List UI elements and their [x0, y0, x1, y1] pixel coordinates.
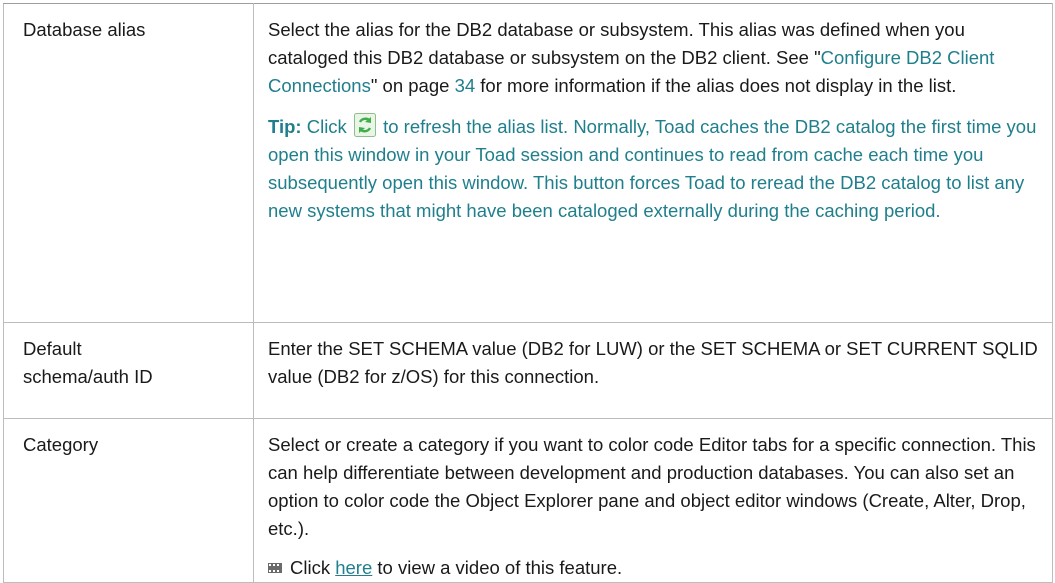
- table-row-category: Category Select or create a category if …: [3, 418, 1053, 583]
- text-span: Click: [290, 557, 336, 578]
- paragraph-alias: Select the alias for the DB2 database or…: [268, 16, 1038, 100]
- table-row-database-alias: Database alias Select the alias for the …: [3, 3, 1053, 323]
- here-video-link[interactable]: here: [335, 557, 372, 578]
- tip-paragraph: Tip: Click to refresh the alias list. No…: [268, 113, 1038, 225]
- video-line: Click here to view a video of this featu…: [268, 553, 1038, 582]
- desc-database-alias: Select the alias for the DB2 database or…: [253, 3, 1053, 323]
- video-icon: [268, 553, 282, 573]
- term-category: Category: [3, 418, 254, 583]
- desc-category: Select or create a category if you want …: [253, 418, 1053, 583]
- table-row-default-schema: Default schema/auth ID Enter the SET SCHE…: [3, 322, 1053, 419]
- paragraph-category: Select or create a category if you want …: [268, 434, 1036, 539]
- text-span: to view a video of this feature.: [372, 557, 623, 578]
- term-line: Default: [23, 338, 82, 359]
- page-number-link[interactable]: 34: [455, 75, 476, 96]
- refresh-icon: [353, 113, 376, 137]
- definitions-table: Database alias Select the alias for the …: [3, 3, 1053, 583]
- desc-default-schema: Enter the SET SCHEMA value (DB2 for LUW)…: [253, 322, 1053, 419]
- text-span: for more information if the alias does n…: [475, 75, 957, 96]
- term-line: schema/auth ID: [23, 366, 153, 387]
- term-database-alias: Database alias: [3, 3, 254, 323]
- term-default-schema: Default schema/auth ID: [3, 322, 254, 419]
- text-span: Click: [301, 116, 352, 137]
- text-span: to refresh the alias list. Normally, Toa…: [268, 116, 1037, 221]
- text-span: " on page: [370, 75, 455, 96]
- tip-label: Tip:: [268, 116, 302, 137]
